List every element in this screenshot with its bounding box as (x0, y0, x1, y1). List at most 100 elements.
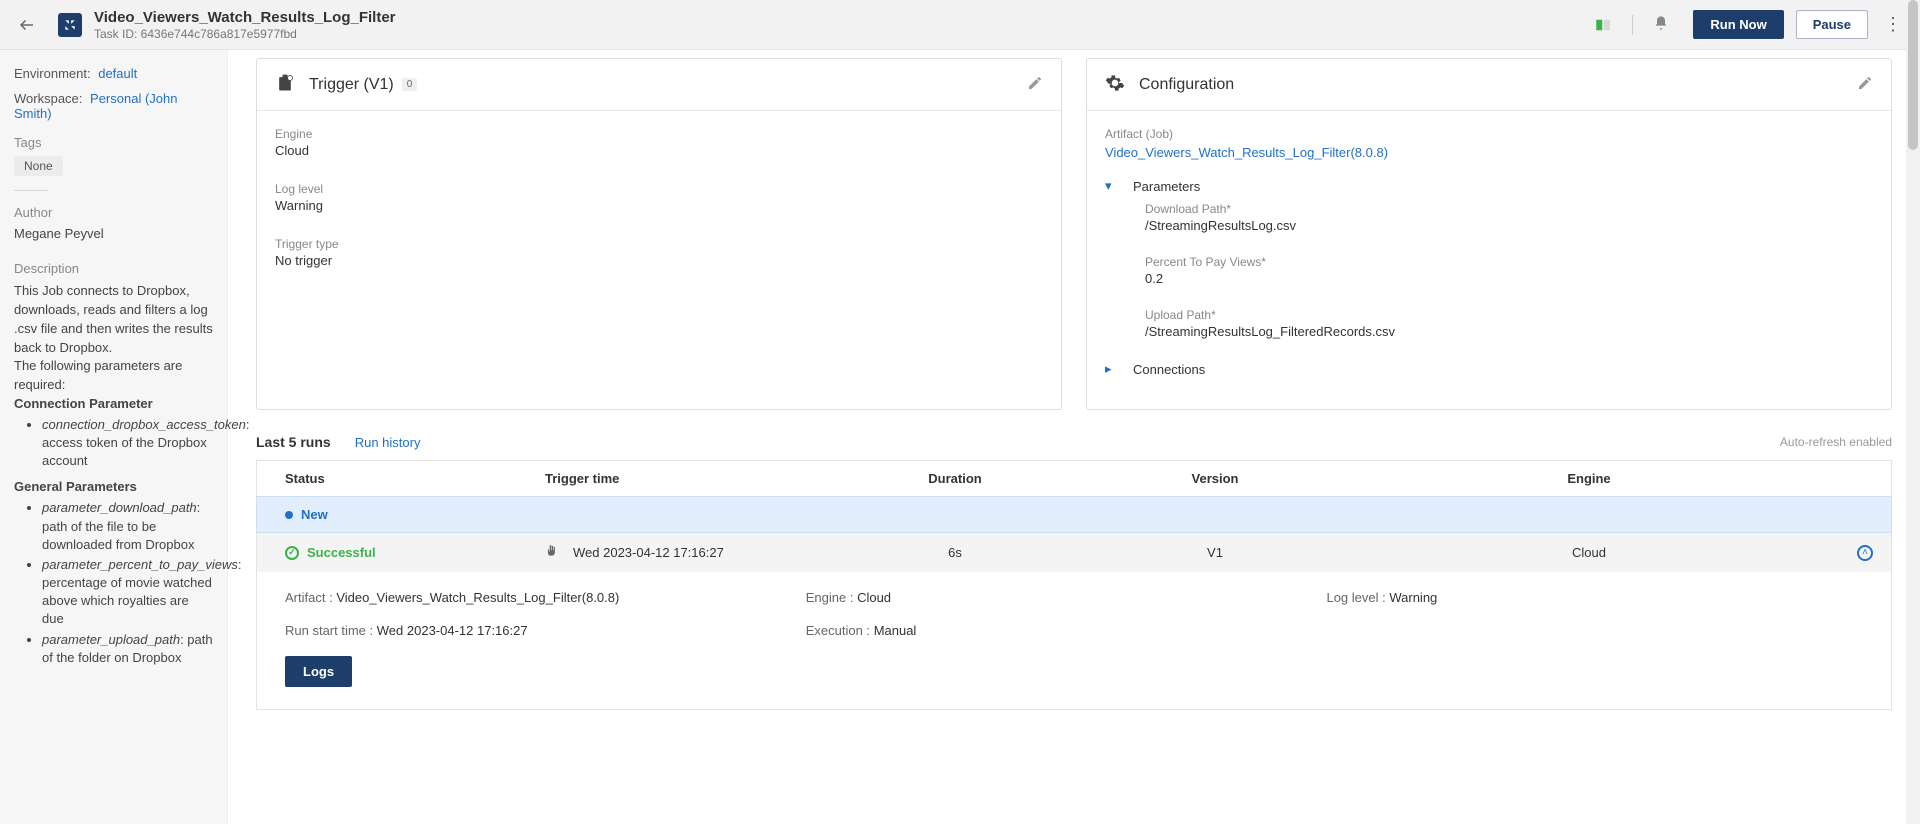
detail-engine-val: Cloud (857, 590, 891, 605)
logs-button[interactable]: Logs (285, 656, 352, 687)
main-area: Environment: default Workspace: Personal… (0, 50, 1920, 824)
col-version: Version (1085, 471, 1345, 486)
detail-start-val: Wed 2023-04-12 17:16:27 (377, 623, 528, 638)
logo-icon (63, 18, 77, 32)
detail-log-val: Warning (1389, 590, 1437, 605)
detail-artifact: Artifact : Video_Viewers_Watch_Results_L… (285, 590, 806, 605)
pencil-icon (1027, 75, 1043, 91)
arrow-left-icon (18, 16, 36, 34)
loglevel-label: Log level (275, 182, 1043, 196)
col-trigger: Trigger time (545, 471, 825, 486)
more-menu-button[interactable]: ⋮ (1884, 14, 1902, 35)
hand-icon (545, 543, 559, 562)
gen-param-1: parameter_download_path: path of the fil… (42, 499, 213, 554)
gen-params-title: General Parameters (14, 478, 213, 497)
author-value: Megane Peyvel (14, 226, 213, 241)
trigger-edit-button[interactable] (1027, 75, 1043, 94)
gen-2-key: parameter_percent_to_pay_views (42, 557, 238, 572)
env-link[interactable]: default (98, 66, 137, 81)
back-button[interactable] (10, 8, 44, 42)
scrollbar-thumb[interactable] (1908, 0, 1918, 150)
detail-start: Run start time : Wed 2023-04-12 17:16:27 (285, 623, 806, 638)
tags-label: Tags (14, 135, 213, 150)
header-title-area: Video_Viewers_Watch_Results_Log_Filter T… (94, 9, 1594, 41)
pencil-icon (1857, 75, 1873, 91)
detail-start-key: Run start time : (285, 623, 373, 638)
chevron-down-icon: ▾ (1105, 178, 1119, 194)
artifact-link[interactable]: Video_Viewers_Watch_Results_Log_Filter(8… (1105, 145, 1873, 160)
col-status: Status (285, 471, 545, 486)
parameters-expander[interactable]: ▾ Parameters (1105, 178, 1873, 194)
config-card-body: Artifact (Job) Video_Viewers_Watch_Resul… (1087, 111, 1891, 409)
conn-param-item: connection_dropbox_access_token: access … (42, 416, 213, 471)
runs-title: Last 5 runs (256, 434, 331, 450)
engine-label: Engine (275, 127, 1043, 141)
run-duration: 6s (825, 545, 1085, 560)
run-trigger-text: Wed 2023-04-12 17:16:27 (573, 545, 724, 560)
detail-engine-key: Engine : (806, 590, 854, 605)
percent-pay-label: Percent To Pay Views* (1145, 255, 1873, 269)
page-title: Video_Viewers_Watch_Results_Log_Filter (94, 9, 1594, 26)
config-title: Configuration (1139, 76, 1234, 94)
chevron-right-icon: ▸ (1105, 361, 1119, 377)
new-dot-icon (285, 511, 293, 519)
detail-exec-val: Manual (874, 623, 917, 638)
gen-1-key: parameter_download_path (42, 500, 197, 515)
trigger-card-header: Trigger (V1) 0 (257, 59, 1061, 111)
detail-artifact-val: Video_Viewers_Watch_Results_Log_Filter(8… (336, 590, 619, 605)
gen-3-key: parameter_upload_path (42, 632, 180, 647)
collapse-run-button[interactable]: ˄ (1857, 545, 1873, 561)
run-now-button[interactable]: Run Now (1693, 10, 1783, 39)
run-engine: Cloud (1345, 545, 1833, 560)
run-trigger: Wed 2023-04-12 17:16:27 (545, 543, 825, 562)
run-version: V1 (1085, 545, 1345, 560)
gear-icon (1105, 73, 1125, 96)
bell-icon (1653, 15, 1669, 31)
tag-none: None (14, 156, 63, 176)
run-status-text: Successful (307, 545, 376, 560)
artifact-label: Artifact (Job) (1105, 127, 1873, 141)
pause-button[interactable]: Pause (1796, 10, 1868, 39)
runs-header: Last 5 runs Run history Auto-refresh ena… (256, 434, 1892, 450)
triggertype-value: No trigger (275, 253, 1043, 268)
upload-path-value: /StreamingResultsLog_FilteredRecords.csv (1145, 324, 1873, 339)
col-duration: Duration (825, 471, 1085, 486)
new-label: New (301, 507, 328, 522)
detail-loglevel: Log level : Warning (1326, 590, 1847, 605)
col-engine: Engine (1345, 471, 1833, 486)
notifications-button[interactable] (1653, 15, 1669, 34)
description-label: Description (14, 261, 213, 276)
sidebar: Environment: default Workspace: Personal… (0, 50, 228, 824)
trigger-badge: 0 (402, 78, 418, 91)
desc-params-intro: The following parameters are required: (14, 358, 182, 392)
workspace-label: Workspace: (14, 91, 82, 106)
detail-log-key: Log level : (1326, 590, 1385, 605)
connections-expander[interactable]: ▸ Connections (1105, 361, 1873, 377)
detail-engine: Engine : Cloud (806, 590, 1327, 605)
cards-row: Trigger (V1) 0 Engine Cloud Log level Wa… (256, 58, 1892, 410)
run-row-new[interactable]: New (256, 496, 1892, 533)
auto-refresh-label: Auto-refresh enabled (1780, 435, 1892, 449)
runs-table-header: Status Trigger time Duration Version Eng… (256, 460, 1892, 496)
upload-path-label: Upload Path* (1145, 308, 1873, 322)
clipboard-icon (275, 73, 295, 96)
config-edit-button[interactable] (1857, 75, 1873, 94)
author-label: Author (14, 205, 213, 220)
triggertype-label: Trigger type (275, 237, 1043, 251)
env-label: Environment: (14, 66, 91, 81)
loglevel-value: Warning (275, 198, 1043, 213)
app-logo (58, 13, 82, 37)
run-history-link[interactable]: Run history (355, 435, 421, 450)
connections-label: Connections (1133, 362, 1205, 377)
vertical-scrollbar[interactable] (1906, 0, 1920, 824)
run-row[interactable]: ✓ Successful Wed 2023-04-12 17:16:27 6s … (256, 533, 1892, 572)
detail-exec: Execution : Manual (806, 623, 1327, 638)
check-circle-icon: ✓ (285, 546, 299, 560)
env-row: Environment: default (14, 66, 213, 81)
description-text: This Job connects to Dropbox, downloads,… (14, 282, 213, 667)
content-area: Trigger (V1) 0 Engine Cloud Log level Wa… (228, 50, 1920, 824)
conn-params-title: Connection Parameter (14, 396, 153, 411)
parameters-label: Parameters (1133, 179, 1200, 194)
config-card: Configuration Artifact (Job) Video_Viewe… (1086, 58, 1892, 410)
run-status: ✓ Successful (285, 545, 545, 560)
